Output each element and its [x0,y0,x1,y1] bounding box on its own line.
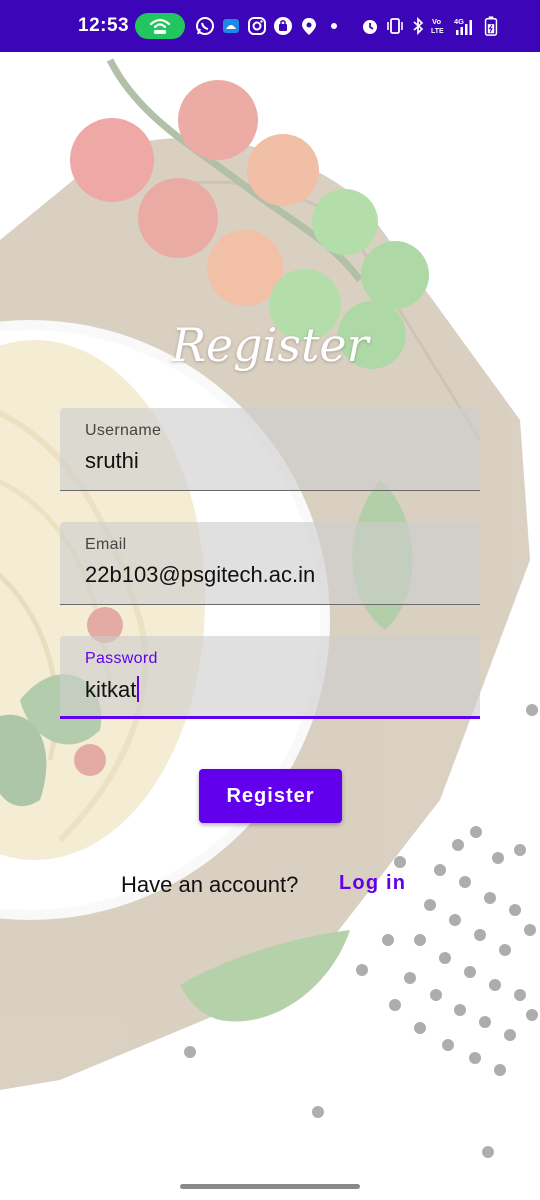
shopping-bag-icon [274,17,292,35]
password-label: Password [85,650,158,667]
android-icon [223,19,239,33]
svg-text:LTE: LTE [431,28,444,35]
bluetooth-icon [413,16,424,36]
username-field[interactable]: Username sruthi [60,408,480,491]
svg-text:4G: 4G [454,17,464,26]
status-time: 12:53 [78,15,130,36]
password-field[interactable]: Password kitkat [60,636,480,719]
whatsapp-icon [196,17,214,35]
email-field[interactable]: Email 22b103@psgitech.ac.in [60,522,480,605]
login-link[interactable]: Log in [339,872,406,895]
hotspot-icon [149,18,171,34]
email-input[interactable]: 22b103@psgitech.ac.in [85,562,315,588]
vibrate-icon [387,18,403,34]
password-input[interactable]: kitkat [85,677,136,702]
svg-text:Vo: Vo [432,17,441,26]
register-button[interactable]: Register [199,769,342,823]
username-input[interactable]: sruthi [85,448,139,474]
gesture-nav-handle[interactable] [180,1184,360,1189]
battery-icon [484,16,498,36]
notification-dot-icon [331,23,337,29]
text-cursor [137,676,140,702]
email-label: Email [85,536,127,553]
password-input-wrapper[interactable]: kitkat [85,676,140,703]
status-bar: 12:53 Vo LTE 4G [0,0,540,52]
hotspot-indicator[interactable] [135,13,185,39]
alarm-icon [363,20,377,34]
volte-icon: Vo LTE [431,17,444,35]
location-icon [302,18,316,35]
page-title: Register [171,318,369,372]
instagram-icon [248,17,266,35]
username-label: Username [85,422,162,439]
food-background-image [0,58,538,1158]
signal-4g-icon: 4G [454,17,472,35]
have-account-text: Have an account? [121,872,299,897]
